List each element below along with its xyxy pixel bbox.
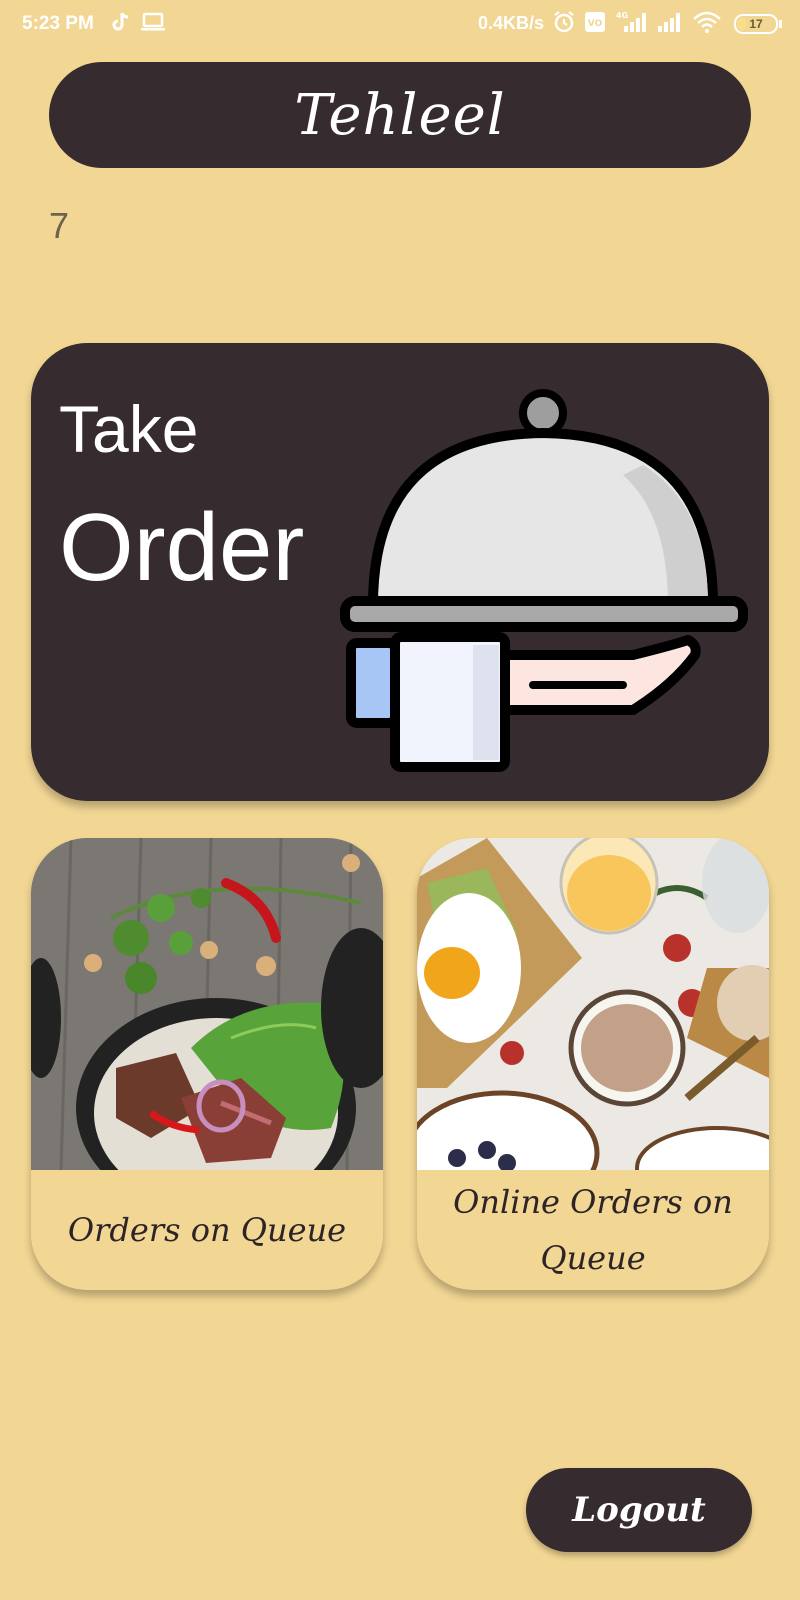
online-orders-on-queue-label: Online Orders on Queue	[453, 1183, 733, 1277]
logout-button[interactable]: Logout	[526, 1468, 752, 1552]
serving-cloche-icon	[340, 389, 748, 772]
app-title: Tehleel	[294, 82, 506, 148]
tiktok-icon	[112, 12, 129, 31]
wifi-icon	[693, 11, 721, 33]
order-counter: 7	[49, 205, 70, 246]
online-orders-on-queue-card[interactable]: Online Orders on Queue	[417, 838, 769, 1290]
battery-icon: 17	[734, 14, 782, 34]
alarm-icon	[554, 11, 574, 33]
breakfast-photo	[417, 838, 769, 1170]
status-time: 5:23 PM	[22, 13, 94, 34]
battery-level: 17	[749, 17, 763, 31]
orders-on-queue-card[interactable]: Orders on Queue	[31, 838, 383, 1290]
network-type-label: 4G	[616, 11, 628, 20]
steak-salad-photo	[31, 838, 383, 1170]
status-bar: 5:23 PM 0.4KB/s VO 4G 17	[0, 0, 800, 48]
signal-icon-2	[658, 13, 680, 32]
laptop-icon	[141, 12, 165, 31]
take-order-button[interactable]: Take Order	[31, 343, 769, 801]
app-header: Tehleel	[49, 62, 751, 168]
take-order-line2: Order	[59, 494, 305, 601]
svg-text:VO: VO	[588, 19, 603, 29]
network-speed: 0.4KB/s	[478, 13, 545, 33]
take-order-line1: Take	[59, 392, 199, 466]
status-left-icons	[112, 11, 166, 33]
volte-icon: VO	[585, 12, 605, 32]
signal-icon: 4G	[616, 11, 646, 32]
status-right-icons: VO 4G	[552, 10, 722, 34]
orders-on-queue-label: Orders on Queue	[67, 1211, 347, 1249]
